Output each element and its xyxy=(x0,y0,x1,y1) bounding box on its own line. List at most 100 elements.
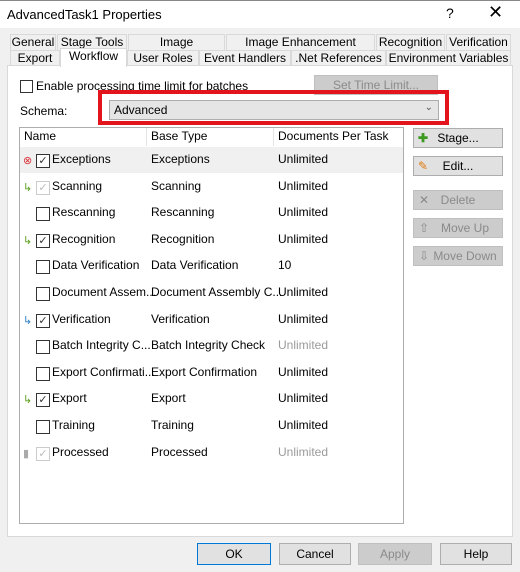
stage-docs-per-task: Unlimited xyxy=(278,364,329,379)
highlight-box xyxy=(98,90,449,125)
stage-name: Verification xyxy=(52,311,111,326)
help-icon[interactable]: ? xyxy=(446,5,454,21)
stage-name: Export xyxy=(52,391,87,406)
list-row[interactable]: ▮ ✓ Processed Processed Unlimited xyxy=(20,440,403,466)
stage-docs-per-task: Unlimited xyxy=(278,231,329,246)
stage-name: Rescanning xyxy=(52,205,116,220)
x-icon: ✕ xyxy=(419,193,430,207)
stage-checkbox[interactable] xyxy=(36,340,50,355)
stage-base-type: Training xyxy=(151,418,194,432)
delete-button[interactable]: ✕ Delete xyxy=(413,190,503,210)
stage-checkbox[interactable]: ✓ xyxy=(36,233,50,248)
tab-event-handlers[interactable]: Event Handlers xyxy=(199,50,291,66)
tab-verification[interactable]: Verification xyxy=(446,34,511,50)
stage-base-type: Batch Integrity Check xyxy=(151,338,266,353)
stage-checkbox[interactable] xyxy=(36,366,50,381)
stage-docs-per-task: Unlimited xyxy=(278,311,329,326)
edit-button[interactable]: ✎ Edit... xyxy=(413,156,503,176)
move-down-button[interactable]: ⇩ Move Down xyxy=(413,246,503,266)
stage-checkbox[interactable]: ✓ xyxy=(36,313,50,328)
arrow-blue-icon: ↳ xyxy=(23,314,33,327)
column-header-base-type[interactable]: Base Type xyxy=(147,128,274,146)
apply-button[interactable]: Apply xyxy=(358,543,432,565)
list-row[interactable]: Export Confirmati... Export Confirmation U… xyxy=(20,360,403,386)
stage-docs-per-task: Unlimited xyxy=(278,338,329,353)
error-icon: ⊗ xyxy=(23,155,33,167)
tab-net-references[interactable]: .Net References xyxy=(291,50,386,66)
stage-list[interactable]: Name Base Type Documents Per Task ⊗ ✓ Exce… xyxy=(19,127,404,524)
close-icon[interactable]: ✕ xyxy=(488,2,503,23)
stage-checkbox[interactable] xyxy=(36,260,50,275)
stage-base-type: Exceptions xyxy=(151,152,210,166)
schema-label: Schema: xyxy=(20,104,68,118)
stage-checkbox[interactable] xyxy=(36,420,50,434)
tab-image-enhancement-profiles[interactable]: Image Enhancement Profiles xyxy=(226,34,375,64)
stage-base-type: Verification xyxy=(151,311,210,326)
stage-docs-per-task: 10 xyxy=(278,258,292,273)
column-header-documents-per-task[interactable]: Documents Per Task xyxy=(274,128,403,146)
arrow-green-icon: ↳ xyxy=(23,234,33,247)
tab-user-roles[interactable]: User Roles xyxy=(127,50,199,66)
stage-checkbox[interactable]: ✓ xyxy=(36,154,50,168)
list-row[interactable]: Rescanning Rescanning Unlimited xyxy=(20,200,403,226)
stage-name: Scanning xyxy=(52,178,103,193)
trash-icon: ▮ xyxy=(23,447,30,460)
tab-export[interactable]: Export xyxy=(10,50,60,66)
stage-name: Export Confirmati... xyxy=(52,364,155,379)
stage-docs-per-task: Unlimited xyxy=(278,178,329,193)
list-row[interactable]: Data Verification Data Verification 10 xyxy=(20,253,403,279)
stage-docs-per-task: Unlimited xyxy=(278,152,329,166)
stage-docs-per-task: Unlimited xyxy=(278,418,329,432)
tab-environment-variables[interactable]: Environment Variables xyxy=(386,50,511,66)
plus-icon: ✚ xyxy=(418,131,429,145)
list-row[interactable]: Document Assem... Document Assembly C... U… xyxy=(20,280,403,306)
list-row[interactable]: ↳ ✓ Verification Verification Unlimited xyxy=(20,307,403,333)
time-limit-checkbox[interactable] xyxy=(20,80,33,93)
stage-checkbox[interactable] xyxy=(36,207,50,222)
stage-name: Exceptions xyxy=(52,152,111,166)
list-row[interactable]: ⊗ ✓ Exceptions Exceptions Unlimited xyxy=(20,147,403,173)
stage-name: Data Verification xyxy=(52,258,140,273)
move-up-button[interactable]: ⇧ Move Up xyxy=(413,218,503,238)
tab-workflow[interactable]: Workflow xyxy=(60,48,127,67)
help-button[interactable]: Help xyxy=(440,543,512,565)
stage-checkbox[interactable]: ✓ xyxy=(36,180,50,195)
stage-docs-per-task: Unlimited xyxy=(278,285,329,299)
stage-base-type: Rescanning xyxy=(151,205,215,220)
list-row[interactable]: ↳ ✓ Scanning Scanning Unlimited xyxy=(20,174,403,200)
tab-image-processing[interactable]: Image Processing xyxy=(128,34,225,64)
list-row[interactable]: Batch Integrity C... Batch Integrity Chec… xyxy=(20,333,403,359)
stage-checkbox[interactable]: ✓ xyxy=(36,446,50,461)
tab-general[interactable]: General xyxy=(10,34,56,50)
title-bar: AdvancedTask1 Properties ? ✕ xyxy=(0,0,520,28)
stage-name: Processed xyxy=(52,444,109,459)
column-header-name[interactable]: Name xyxy=(20,128,147,146)
stage-base-type: Document Assembly C... xyxy=(151,285,283,299)
stage-checkbox[interactable] xyxy=(36,287,50,301)
stage-name: Batch Integrity C... xyxy=(52,338,151,353)
stage-name: Document Assem... xyxy=(52,285,157,299)
stage-name: Training xyxy=(52,418,95,432)
stage-base-type: Recognition xyxy=(151,231,215,246)
pencil-icon: ✎ xyxy=(418,159,429,173)
list-row[interactable]: ↳ ✓ Export Export Unlimited xyxy=(20,386,403,412)
stage-base-type: Export Confirmation xyxy=(151,364,258,379)
list-row[interactable]: ↳ ✓ Recognition Recognition Unlimited xyxy=(20,227,403,253)
arrow-down-icon: ⇩ xyxy=(419,249,430,263)
stage-docs-per-task: Unlimited xyxy=(278,205,329,220)
stage-name: Recognition xyxy=(52,231,116,246)
tab-recognition[interactable]: Recognition xyxy=(376,34,445,50)
stage-base-type: Scanning xyxy=(151,178,202,193)
stage-button[interactable]: ✚ Stage... xyxy=(413,128,503,148)
stage-base-type: Processed xyxy=(151,444,208,459)
stage-docs-per-task: Unlimited xyxy=(278,391,329,406)
list-row[interactable]: Training Training Unlimited xyxy=(20,413,403,439)
stage-checkbox[interactable]: ✓ xyxy=(36,393,50,408)
stage-base-type: Data Verification xyxy=(151,258,239,273)
cancel-button[interactable]: Cancel xyxy=(279,543,351,565)
arrow-green-icon: ↳ xyxy=(23,394,33,407)
ok-button[interactable]: OK xyxy=(197,543,271,565)
arrow-green-icon: ↳ xyxy=(23,181,33,194)
window-title: AdvancedTask1 Properties xyxy=(7,7,162,22)
stage-docs-per-task: Unlimited xyxy=(278,444,329,459)
